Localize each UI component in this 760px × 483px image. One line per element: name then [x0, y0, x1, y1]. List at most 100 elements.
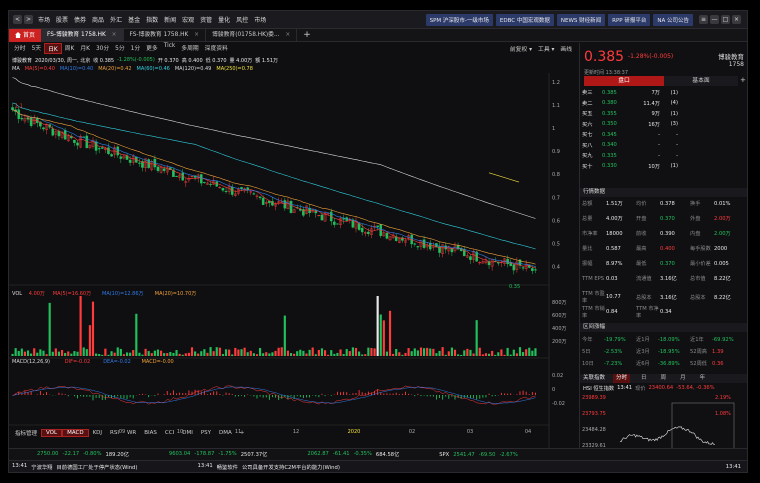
ticker-item-3[interactable]: SPX 2541.47 -69.50 -2.67%	[439, 452, 518, 458]
add-icon[interactable]: +	[740, 76, 746, 84]
menu-item-4[interactable]: 外汇	[110, 15, 122, 24]
tab-1[interactable]: FS-博骏教育 1758.HK ×	[124, 28, 207, 42]
volume-bar	[484, 353, 488, 356]
related-tab-2[interactable]: 周	[658, 374, 670, 383]
indicator-tab-10[interactable]: DMA	[215, 430, 236, 436]
volume-bar	[200, 351, 203, 356]
volume-bar	[122, 354, 126, 356]
window-control-2[interactable]: □	[721, 15, 730, 24]
candle-body	[51, 128, 55, 136]
candle-body	[100, 147, 104, 149]
menu-item-5[interactable]: 基金	[128, 15, 140, 24]
period-tab-6[interactable]: 5分	[112, 43, 128, 54]
related-tab-3[interactable]: 月	[677, 374, 689, 383]
period-tab-9[interactable]: Tick	[161, 43, 179, 54]
tab-0[interactable]: FS-博骏教育 1758.HK ×	[41, 28, 124, 42]
volume-bar	[258, 348, 262, 356]
period-tab-5[interactable]: 30分	[93, 43, 112, 54]
volume-bar	[314, 354, 317, 356]
mini-pct-label: 1.08%	[715, 411, 731, 417]
volume-bar	[413, 348, 416, 356]
news-shortcut-4[interactable]: NA 公司公告	[653, 13, 693, 26]
volume-bar	[320, 348, 324, 356]
volume-bar	[187, 352, 190, 356]
ticker-item-0[interactable]: 2750.00 -22.17 -0.80% 189.20亿	[37, 451, 129, 458]
tab-fundamentals[interactable]: 基本面	[664, 76, 738, 86]
add-tab-button[interactable]: +	[297, 29, 317, 42]
stat-label: 流通值	[636, 276, 652, 282]
period-tab-3[interactable]: 周K	[62, 43, 78, 54]
menu-item-1[interactable]: 股票	[56, 15, 68, 24]
indicator-tab-7[interactable]: CCI	[161, 430, 178, 436]
indicator-tab-8[interactable]: DMI	[178, 430, 197, 436]
indicator-tab-11[interactable]: +	[236, 430, 249, 436]
chart-tool-0[interactable]: 前复权 ▾	[507, 44, 535, 53]
menu-item-8[interactable]: 宏观	[182, 15, 194, 24]
chart-tool-2[interactable]: 画线	[557, 44, 575, 53]
back-button[interactable]: <	[13, 15, 22, 24]
tab-2[interactable]: 博骏教育(01758.HK)委... ×	[206, 28, 298, 42]
window-control-1[interactable]: —	[710, 15, 719, 24]
menu-item-3[interactable]: 商品	[92, 15, 104, 24]
chart-tool-1[interactable]: 工具 ▾	[535, 44, 557, 53]
period-tab-2[interactable]: 日K	[44, 43, 62, 54]
stats-row: 总额 1.51万 均价 0.378 换手 0.01%	[582, 200, 747, 208]
indicator-tab-9[interactable]: PSY	[197, 430, 215, 436]
period-tab-0[interactable]: 分时	[11, 43, 29, 54]
menu-item-12[interactable]: 市场	[254, 15, 266, 24]
related-tab-4[interactable]: 年	[697, 374, 709, 383]
close-icon[interactable]: ×	[110, 32, 117, 38]
dea-line	[12, 386, 536, 404]
period-tab-1[interactable]: 5天	[29, 43, 45, 54]
mini-index-line	[619, 426, 715, 445]
news-item-0[interactable]: 13:41 宁波华翔 目前德国工厂处于停产状态(Wind)	[12, 463, 137, 471]
ticker-item-1[interactable]: 9603.04 -178.87 -1.75% 2507.37亿	[169, 451, 267, 458]
indicator-tab-4[interactable]: RSI	[106, 430, 123, 436]
price-axis-label: 1.2	[552, 80, 560, 86]
news-shortcut-2[interactable]: NEWS 财经新闻	[556, 13, 606, 26]
period-tab-8[interactable]: 更多	[143, 43, 161, 54]
indicator-tab-6[interactable]: BIAS	[140, 430, 161, 436]
quote-field-5: 量 4.00万	[229, 57, 253, 64]
range-value: -36.89%	[658, 360, 680, 367]
period-tab-11[interactable]: 深度资料	[202, 43, 231, 54]
menu-item-7[interactable]: 新闻	[164, 15, 176, 24]
news-shortcut-0[interactable]: SPM 沪深股市-一级市场	[425, 13, 493, 26]
close-icon[interactable]: ×	[284, 32, 290, 38]
vol-legend-1: 4.00万	[29, 291, 45, 297]
stat-label: 总股本	[690, 294, 706, 301]
indicator-tab-1[interactable]: VOL	[41, 429, 63, 437]
ma-legend-6: MA(250)=0.78	[216, 66, 253, 72]
related-tab-0[interactable]: 分时	[613, 374, 631, 383]
news-item-1[interactable]: 13:41 畅鉴软件 公司具备开发支持C2M平台的能力(Wind)	[197, 463, 339, 471]
menu-item-11[interactable]: 风控	[236, 15, 248, 24]
period-tab-7[interactable]: 1分	[128, 43, 144, 54]
menu-item-0[interactable]: 市场	[38, 15, 50, 24]
ticker-item-2[interactable]: 2062.87 -61.41 -0.35% 684.58亿	[307, 451, 399, 458]
menu-item-6[interactable]: 指数	[146, 15, 158, 24]
volume-bar	[438, 350, 441, 356]
volume-bar	[48, 302, 51, 356]
indicator-tab-3[interactable]: KDJ	[89, 430, 106, 436]
indicator-tab-2[interactable]: MACD	[62, 429, 89, 437]
related-index-chart[interactable]: 23989.3923793.7523484.2823329.612.19%1.0…	[580, 393, 748, 453]
period-tab-10[interactable]: 多周期	[178, 43, 201, 54]
candle-body	[94, 141, 98, 151]
news-shortcut-1[interactable]: EDBC 中国宏观数据	[495, 13, 554, 26]
menu-item-2[interactable]: 债券	[74, 15, 86, 24]
news-shortcut-3[interactable]: RPP 研报平台	[608, 13, 651, 26]
tab-order-book[interactable]: 盘口	[584, 76, 664, 86]
tab-home[interactable]: 首页	[9, 28, 42, 42]
forward-button[interactable]: >	[24, 15, 33, 24]
indicator-tab-5[interactable]: WR	[123, 430, 140, 436]
related-tab-1[interactable]: 日	[638, 374, 650, 383]
window-control-0[interactable]: ≡	[699, 15, 708, 24]
menu-item-10[interactable]: 量化	[218, 15, 230, 24]
close-icon[interactable]: ×	[192, 32, 199, 38]
menu-item-9[interactable]: 资管	[200, 15, 212, 24]
period-tab-4[interactable]: 月K	[77, 43, 93, 54]
related-quote: 23400.64	[648, 385, 674, 391]
candlestick-chart[interactable]: 1.2 1.1 1 0.9 0.8 0.7 0.6 0.5 0.4 1.1 0.35 VOL 4.00万…	[9, 73, 579, 453]
indicator-tab-0[interactable]: 指标管理	[11, 429, 41, 437]
window-control-3[interactable]: ×	[732, 15, 741, 24]
